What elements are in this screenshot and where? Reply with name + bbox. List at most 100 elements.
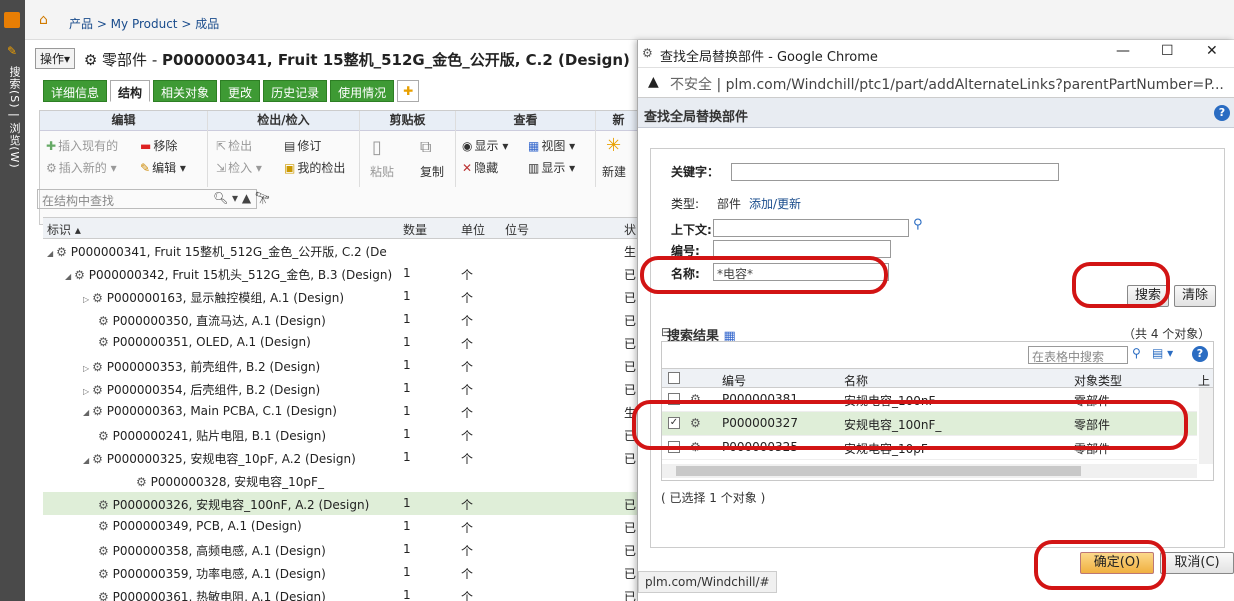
table-search-input[interactable]: 在表格中搜索 — [1028, 346, 1128, 364]
copy-button[interactable]: 复制 — [420, 163, 444, 180]
table-row[interactable]: ⚙ P000000361, 热敏电阻, A.1 (Design) 1 个已 — [43, 584, 640, 601]
table-search-icon[interactable]: ⚲ — [1132, 346, 1141, 360]
col-status[interactable]: 状 — [624, 221, 636, 238]
results-hscrollbar[interactable] — [662, 464, 1197, 478]
edit-button[interactable]: ✎ 编辑 ▾ — [140, 159, 186, 176]
keyword-input[interactable] — [731, 163, 1059, 181]
result-row[interactable]: ⚙ P000000325 安规电容_10pF 零部件 — [662, 436, 1197, 460]
row-identifier[interactable]: ◢ ⚙ P000000341, Fruit 15整机_512G_金色_公开版, C… — [47, 243, 387, 260]
expander-icon[interactable]: ▷ — [83, 364, 89, 373]
row-identifier[interactable]: ⚙ P000000241, 贴片电阻, B.1 (Design) — [95, 427, 435, 444]
name-input[interactable]: *电容* — [713, 263, 889, 281]
row-identifier[interactable]: ⚙ P000000350, 直流马达, A.1 (Design) — [95, 312, 435, 329]
col-extra[interactable]: 上 — [1198, 372, 1210, 389]
row-checkbox[interactable]: ✓ — [668, 417, 680, 429]
row-identifier[interactable]: ▷ ⚙ P000000354, 后壳组件, B.2 (Design) — [83, 381, 423, 398]
table-row[interactable]: ▷ ⚙ P000000353, 前壳组件, B.2 (Design) 1 个已 — [43, 354, 640, 377]
home-icon[interactable]: ⌂ — [39, 12, 48, 28]
result-row[interactable]: ⚙ P000000381 安规电容_100nF 零部件 — [662, 388, 1197, 412]
ok-button[interactable]: 确定(O) — [1080, 552, 1154, 574]
close-icon[interactable]: ✕ — [1206, 43, 1218, 59]
number-input[interactable] — [713, 240, 891, 258]
add-update-link[interactable]: 添加/更新 — [749, 195, 801, 212]
display-button[interactable]: ▥ 显示 ▾ — [528, 159, 575, 176]
context-input[interactable] — [713, 219, 909, 237]
table-row[interactable]: ⚙ P000000241, 贴片电阻, B.1 (Design) 1 个已 — [43, 423, 640, 446]
tab-structure[interactable]: 结构 — [110, 80, 151, 102]
expander-icon[interactable]: ◢ — [83, 456, 89, 465]
expander-icon[interactable]: ◢ — [83, 408, 89, 417]
new-button[interactable]: 新建 — [602, 163, 626, 180]
row-identifier[interactable]: ⚙ P000000328, 安规电容_10pF_ — [133, 473, 473, 490]
expander-icon[interactable]: ▷ — [83, 387, 89, 396]
find-tools-icon[interactable]: 🔍︎ ▾ ▲ 🔭︎ — [213, 191, 270, 205]
row-identifier[interactable]: ⚙ P000000326, 安规电容_100nF, A.2 (Design) — [95, 496, 435, 513]
col-name[interactable]: 名称 — [844, 372, 868, 389]
maximize-icon[interactable]: ☐ — [1161, 43, 1174, 59]
expander-icon[interactable]: ◢ — [47, 249, 53, 258]
table-help-icon[interactable]: ? — [1192, 346, 1208, 362]
table-row[interactable]: ◢ ⚙ P000000342, Fruit 15机头_512G_金色, B.3 (… — [43, 262, 640, 285]
help-icon[interactable]: ? — [1214, 105, 1230, 121]
remove-button[interactable]: ▬ 移除 — [140, 137, 177, 154]
hide-button[interactable]: ✕ 隐藏 — [462, 159, 498, 176]
checkin-button[interactable]: ⇲ 检入 ▾ — [216, 159, 262, 176]
table-row[interactable]: ⚙ P000000350, 直流马达, A.1 (Design) 1 个已 — [43, 308, 640, 331]
table-row[interactable]: ▷ ⚙ P000000163, 显示触控模组, A.1 (Design) 1 个已 — [43, 285, 640, 308]
row-checkbox[interactable] — [668, 393, 680, 405]
row-identifier[interactable]: ⚙ P000000349, PCB, A.1 (Design) — [95, 519, 435, 533]
table-row[interactable]: ⚙ P000000326, 安规电容_100nF, A.2 (Design) 1 个… — [43, 492, 640, 515]
row-identifier[interactable]: ◢ ⚙ P000000325, 安规电容_10pF, A.2 (Design) — [83, 450, 423, 467]
clear-button[interactable]: 清除 — [1174, 285, 1216, 307]
result-number[interactable]: P000000325 — [722, 440, 798, 454]
revise-button[interactable]: ▤ 修订 — [284, 137, 321, 154]
select-all-checkbox[interactable] — [668, 372, 680, 384]
col-unit[interactable]: 单位 — [461, 221, 485, 238]
export-icon[interactable]: ▤ ▾ — [1152, 346, 1173, 360]
tab-related[interactable]: 相关对象 — [153, 80, 218, 102]
table-row[interactable]: ◢ ⚙ P000000325, 安规电容_10pF, A.2 (Design) 1 个… — [43, 446, 640, 469]
row-identifier[interactable]: ▷ ⚙ P000000163, 显示触控模组, A.1 (Design) — [83, 289, 423, 306]
row-identifier[interactable]: ◢ ⚙ P000000363, Main PCBA, C.1 (Design) — [83, 404, 423, 418]
paste-button[interactable]: 粘贴 — [370, 163, 394, 180]
result-number[interactable]: P000000327 — [722, 416, 798, 430]
expander-icon[interactable]: ◢ — [65, 272, 71, 281]
result-row[interactable]: ✓ ⚙ P000000327 安规电容_100nF_ 零部件 — [662, 412, 1197, 436]
expand-icon[interactable] — [4, 12, 20, 28]
search-button[interactable]: 搜索 — [1127, 285, 1169, 307]
minimize-icon[interactable]: — — [1116, 43, 1130, 59]
tab-details[interactable]: 详细信息 — [43, 80, 108, 102]
search-icon[interactable]: ⚲ — [913, 217, 923, 232]
insert-new-button[interactable]: ⚙ 插入新的 ▾ — [46, 159, 117, 176]
table-row[interactable]: ⚙ P000000328, 安规电容_10pF_ — [43, 469, 640, 492]
tab-history[interactable]: 历史记录 — [263, 80, 328, 102]
row-identifier[interactable]: ⚙ P000000361, 热敏电阻, A.1 (Design) — [95, 588, 435, 601]
table-row[interactable]: ⚙ P000000349, PCB, A.1 (Design) 1 个已 — [43, 515, 640, 538]
results-scrollbar[interactable] — [1199, 388, 1213, 464]
table-row[interactable]: ◢ ⚙ P000000341, Fruit 15整机_512G_金色_公开版, C… — [43, 239, 640, 262]
col-id[interactable]: 标识 ▴ — [47, 221, 81, 238]
actions-button[interactable]: 操作▾ — [35, 48, 76, 69]
my-checkouts-button[interactable]: ▣ 我的检出 — [284, 159, 345, 176]
table-row[interactable]: ⚙ P000000358, 高频电感, A.1 (Design) 1 个已 — [43, 538, 640, 561]
row-identifier[interactable]: ⚙ P000000358, 高频电感, A.1 (Design) — [95, 542, 435, 559]
col-number[interactable]: 编号 — [722, 372, 746, 389]
result-number[interactable]: P000000381 — [722, 392, 798, 406]
row-checkbox[interactable] — [668, 441, 680, 453]
table-row[interactable]: ⚙ P000000351, OLED, A.1 (Design) 1 个已 — [43, 331, 640, 354]
url-text[interactable]: plm.com/Windchill/ptc1/part/addAlternate… — [726, 77, 1224, 93]
checkout-button[interactable]: ⇱ 检出 — [216, 137, 252, 154]
table-row[interactable]: ▷ ⚙ P000000354, 后壳组件, B.2 (Design) 1 个已 — [43, 377, 640, 400]
row-identifier[interactable]: ◢ ⚙ P000000342, Fruit 15机头_512G_金色, B.3 (… — [65, 266, 405, 283]
tab-changes[interactable]: 更改 — [220, 80, 261, 102]
pin-icon[interactable]: ✎ — [5, 44, 19, 58]
breadcrumb-path[interactable]: 产品 > My Product > 成品 — [69, 15, 219, 32]
cancel-button[interactable]: 取消(C) — [1160, 552, 1234, 574]
row-identifier[interactable]: ⚙ P000000359, 功率电感, A.1 (Design) — [95, 565, 435, 582]
table-row[interactable]: ⚙ P000000359, 功率电感, A.1 (Design) 1 个已 — [43, 561, 640, 584]
insert-existing-button[interactable]: ✚ 插入现有的 — [46, 137, 118, 154]
sidebar-label[interactable]: 搜索(S) | 浏览(W) — [3, 66, 22, 169]
address-bar[interactable]: ▲ 不安全 | plm.com/Windchill/ptc1/part/addA… — [638, 68, 1234, 98]
col-type[interactable]: 对象类型 — [1074, 372, 1122, 389]
tab-usage[interactable]: 使用情况 — [330, 80, 395, 102]
